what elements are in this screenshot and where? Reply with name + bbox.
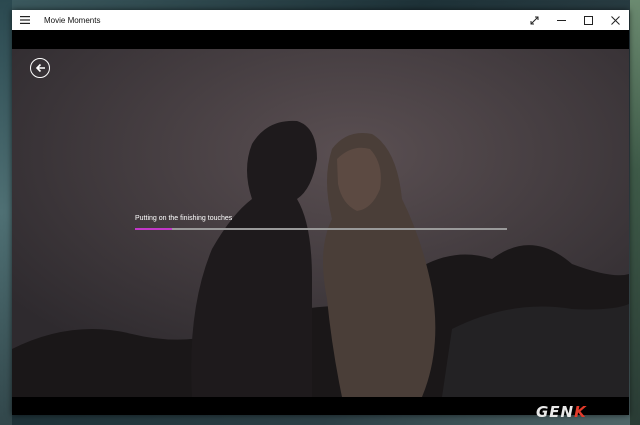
- maximize-icon[interactable]: [575, 10, 602, 30]
- arrow-left-circle-icon: [35, 63, 45, 73]
- desktop-background-left: [0, 0, 12, 425]
- progress-bar-fill: [135, 228, 173, 230]
- watermark-text-accent: K: [574, 403, 587, 421]
- app-title: Movie Moments: [44, 15, 101, 25]
- desktop-background-right: [630, 0, 640, 425]
- couple-silhouette-image: [12, 49, 629, 397]
- title-bar: Movie Moments: [12, 10, 629, 30]
- hamburger-menu-icon[interactable]: [12, 10, 38, 30]
- caption-buttons: [521, 10, 629, 30]
- minimize-icon[interactable]: [548, 10, 575, 30]
- genk-watermark-logo: GENK: [536, 403, 587, 421]
- fullscreen-icon[interactable]: [521, 10, 548, 30]
- progress-bar: [135, 228, 507, 230]
- letterbox-top: [12, 30, 629, 49]
- app-window: Movie Moments Putting on the finishing t…: [12, 10, 629, 415]
- close-icon[interactable]: [602, 10, 629, 30]
- progress-status-text: Putting on the finishing touches: [135, 215, 233, 222]
- video-frame: [12, 49, 629, 397]
- watermark-text-main: GEN: [536, 403, 575, 421]
- back-button[interactable]: [30, 58, 50, 78]
